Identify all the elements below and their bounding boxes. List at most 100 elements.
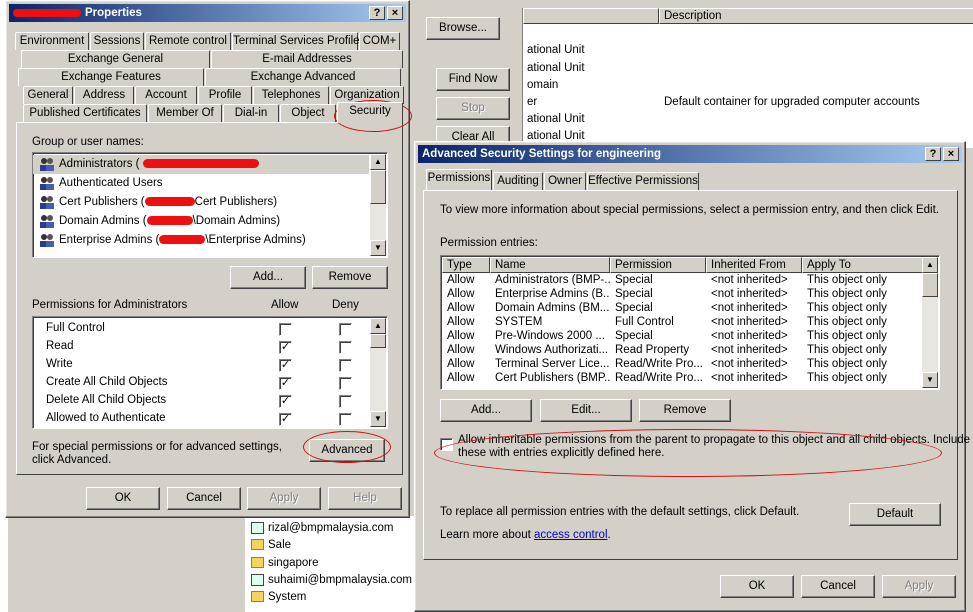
- column-permission[interactable]: Permission: [610, 257, 706, 273]
- help-title-button[interactable]: ?: [925, 147, 941, 161]
- column-apply-to[interactable]: Apply To: [802, 257, 923, 273]
- access-control-link[interactable]: access control: [534, 529, 608, 541]
- list-item[interactable]: Sale: [245, 536, 291, 555]
- results-row[interactable]: omain: [527, 79, 558, 91]
- tab-security[interactable]: Security: [337, 102, 403, 123]
- permission-entry-row[interactable]: Allow Pre-Windows 2000 ... Special <not inh…: [441, 329, 923, 343]
- entries-scrollbar[interactable]: ▲ ▼: [922, 257, 938, 388]
- apply-button[interactable]: Apply: [247, 487, 321, 510]
- scroll-thumb[interactable]: [922, 273, 938, 297]
- group-list[interactable]: Administrators ( Authenticated Users Cer…: [32, 152, 388, 258]
- permission-entry-row[interactable]: Allow Windows Authorizati... Read Property…: [441, 343, 923, 357]
- properties-titlebar[interactable]: Properties ? ×: [9, 4, 406, 22]
- tab-remote-control[interactable]: Remote control: [145, 32, 231, 50]
- tab-general[interactable]: General: [23, 86, 73, 104]
- tab-permissions[interactable]: Permissions: [426, 169, 492, 190]
- user-row[interactable]: Enterprise Admins (\Enterprise Admins): [33, 231, 306, 250]
- list-item[interactable]: System: [245, 588, 306, 607]
- tab-environment[interactable]: Environment: [15, 32, 89, 50]
- tab-effective-permissions[interactable]: Effective Permissions: [587, 172, 699, 190]
- permission-entry-row[interactable]: Allow SYSTEM Full Control <not inherited> Th…: [441, 315, 923, 329]
- deny-checkbox[interactable]: [339, 413, 352, 426]
- tab-auditing[interactable]: Auditing: [493, 172, 543, 190]
- results-header-description[interactable]: Description: [659, 8, 973, 24]
- deny-checkbox[interactable]: [339, 341, 352, 354]
- help-button[interactable]: Help: [328, 487, 402, 510]
- results-header-blank[interactable]: [523, 8, 659, 24]
- user-row[interactable]: Authenticated Users: [33, 174, 163, 193]
- advanced-titlebar[interactable]: Advanced Security Settings for engineeri…: [418, 145, 962, 163]
- user-row[interactable]: Administrators (: [33, 155, 369, 174]
- permission-entry-row[interactable]: Allow Administrators (BMP-... Special <not …: [441, 273, 923, 287]
- results-row[interactable]: er: [527, 96, 537, 108]
- scroll-up-button[interactable]: ▲: [922, 257, 938, 273]
- tab-owner[interactable]: Owner: [544, 172, 586, 190]
- scroll-up-button[interactable]: ▲: [370, 318, 386, 334]
- deny-checkbox[interactable]: [339, 395, 352, 408]
- cancel-button[interactable]: Cancel: [167, 487, 241, 510]
- results-list[interactable]: Description ational Unit ational Unit om…: [522, 8, 973, 148]
- tab-com-plus[interactable]: COM+: [359, 32, 400, 50]
- object-list[interactable]: rizal@bmpmalaysia.com Sale singapore suh…: [245, 516, 420, 612]
- column-inherited-from[interactable]: Inherited From: [706, 257, 802, 273]
- scroll-thumb[interactable]: [370, 170, 386, 204]
- tab-exchange-advanced[interactable]: Exchange Advanced: [205, 68, 401, 86]
- add-user-button[interactable]: Add...: [230, 266, 306, 289]
- add-entry-button[interactable]: Add...: [440, 399, 532, 422]
- column-name[interactable]: Name: [490, 257, 610, 273]
- tab-member-of[interactable]: Member Of: [148, 104, 222, 122]
- deny-checkbox[interactable]: [339, 323, 352, 336]
- close-title-button[interactable]: ×: [943, 147, 959, 161]
- default-button[interactable]: Default: [849, 503, 941, 526]
- tab-profile[interactable]: Profile: [198, 86, 252, 104]
- deny-checkbox[interactable]: [339, 359, 352, 372]
- tab-exchange-general[interactable]: Exchange General: [21, 50, 210, 68]
- column-type[interactable]: Type: [442, 257, 490, 273]
- scroll-down-button[interactable]: ▼: [370, 411, 386, 427]
- find-now-button[interactable]: Find Now: [436, 68, 510, 91]
- allow-checkbox[interactable]: ✓: [279, 377, 292, 390]
- allow-checkbox[interactable]: ✓: [279, 413, 292, 426]
- help-title-button[interactable]: ?: [369, 6, 385, 20]
- remove-user-button[interactable]: Remove: [312, 266, 388, 289]
- allow-checkbox[interactable]: [279, 323, 292, 336]
- ok-button[interactable]: OK: [86, 487, 160, 510]
- tab-telephones[interactable]: Telephones: [253, 86, 329, 104]
- browse-button[interactable]: Browse...: [426, 17, 500, 40]
- advanced-cancel-button[interactable]: Cancel: [801, 575, 875, 598]
- deny-checkbox[interactable]: [339, 377, 352, 390]
- allow-checkbox[interactable]: ✓: [279, 341, 292, 354]
- permission-entries-table[interactable]: Type Name Permission Inherited From Appl…: [440, 255, 940, 390]
- tab-account[interactable]: Account: [135, 86, 197, 104]
- remove-entry-button[interactable]: Remove: [639, 399, 731, 422]
- scroll-up-button[interactable]: ▲: [370, 154, 386, 170]
- tab-exchange-features[interactable]: Exchange Features: [18, 68, 204, 86]
- close-title-button[interactable]: ×: [387, 6, 403, 20]
- tab-sessions[interactable]: Sessions: [90, 32, 144, 50]
- allow-checkbox[interactable]: ✓: [279, 359, 292, 372]
- tab-published-certificates[interactable]: Published Certificates: [23, 104, 147, 122]
- results-row[interactable]: ational Unit: [527, 44, 585, 56]
- stop-button[interactable]: Stop: [436, 97, 510, 120]
- scroll-down-button[interactable]: ▼: [922, 372, 938, 388]
- permission-entry-row[interactable]: Allow Enterprise Admins (B... Special <not …: [441, 287, 923, 301]
- tab-object[interactable]: Object: [280, 104, 336, 122]
- user-row[interactable]: Cert Publishers (Cert Publishers): [33, 193, 277, 212]
- permission-entry-row[interactable]: Allow Domain Admins (BM... Special <not inh…: [441, 301, 923, 315]
- advanced-apply-button[interactable]: Apply: [882, 575, 956, 598]
- results-row[interactable]: ational Unit: [527, 113, 585, 125]
- group-list-scrollbar[interactable]: ▲ ▼: [370, 154, 386, 256]
- allow-checkbox[interactable]: ✓: [279, 395, 292, 408]
- tab-terminal-services-profile[interactable]: Terminal Services Profile: [232, 32, 360, 50]
- scroll-thumb[interactable]: [370, 334, 386, 348]
- permissions-list[interactable]: Full Control Read ✓ Write ✓ Create All C…: [32, 316, 388, 429]
- results-row[interactable]: ational Unit: [527, 62, 585, 74]
- permissions-scrollbar[interactable]: ▲ ▼: [370, 318, 386, 427]
- tab-dial-in[interactable]: Dial-in: [223, 104, 279, 122]
- scroll-down-button[interactable]: ▼: [370, 240, 386, 256]
- advanced-ok-button[interactable]: OK: [720, 575, 794, 598]
- tab-email-addresses[interactable]: E-mail Addresses: [211, 50, 403, 68]
- tab-address[interactable]: Address: [74, 86, 134, 104]
- edit-entry-button[interactable]: Edit...: [540, 399, 632, 422]
- permission-entry-row[interactable]: Allow Cert Publishers (BMP... Read/Write P…: [441, 371, 923, 385]
